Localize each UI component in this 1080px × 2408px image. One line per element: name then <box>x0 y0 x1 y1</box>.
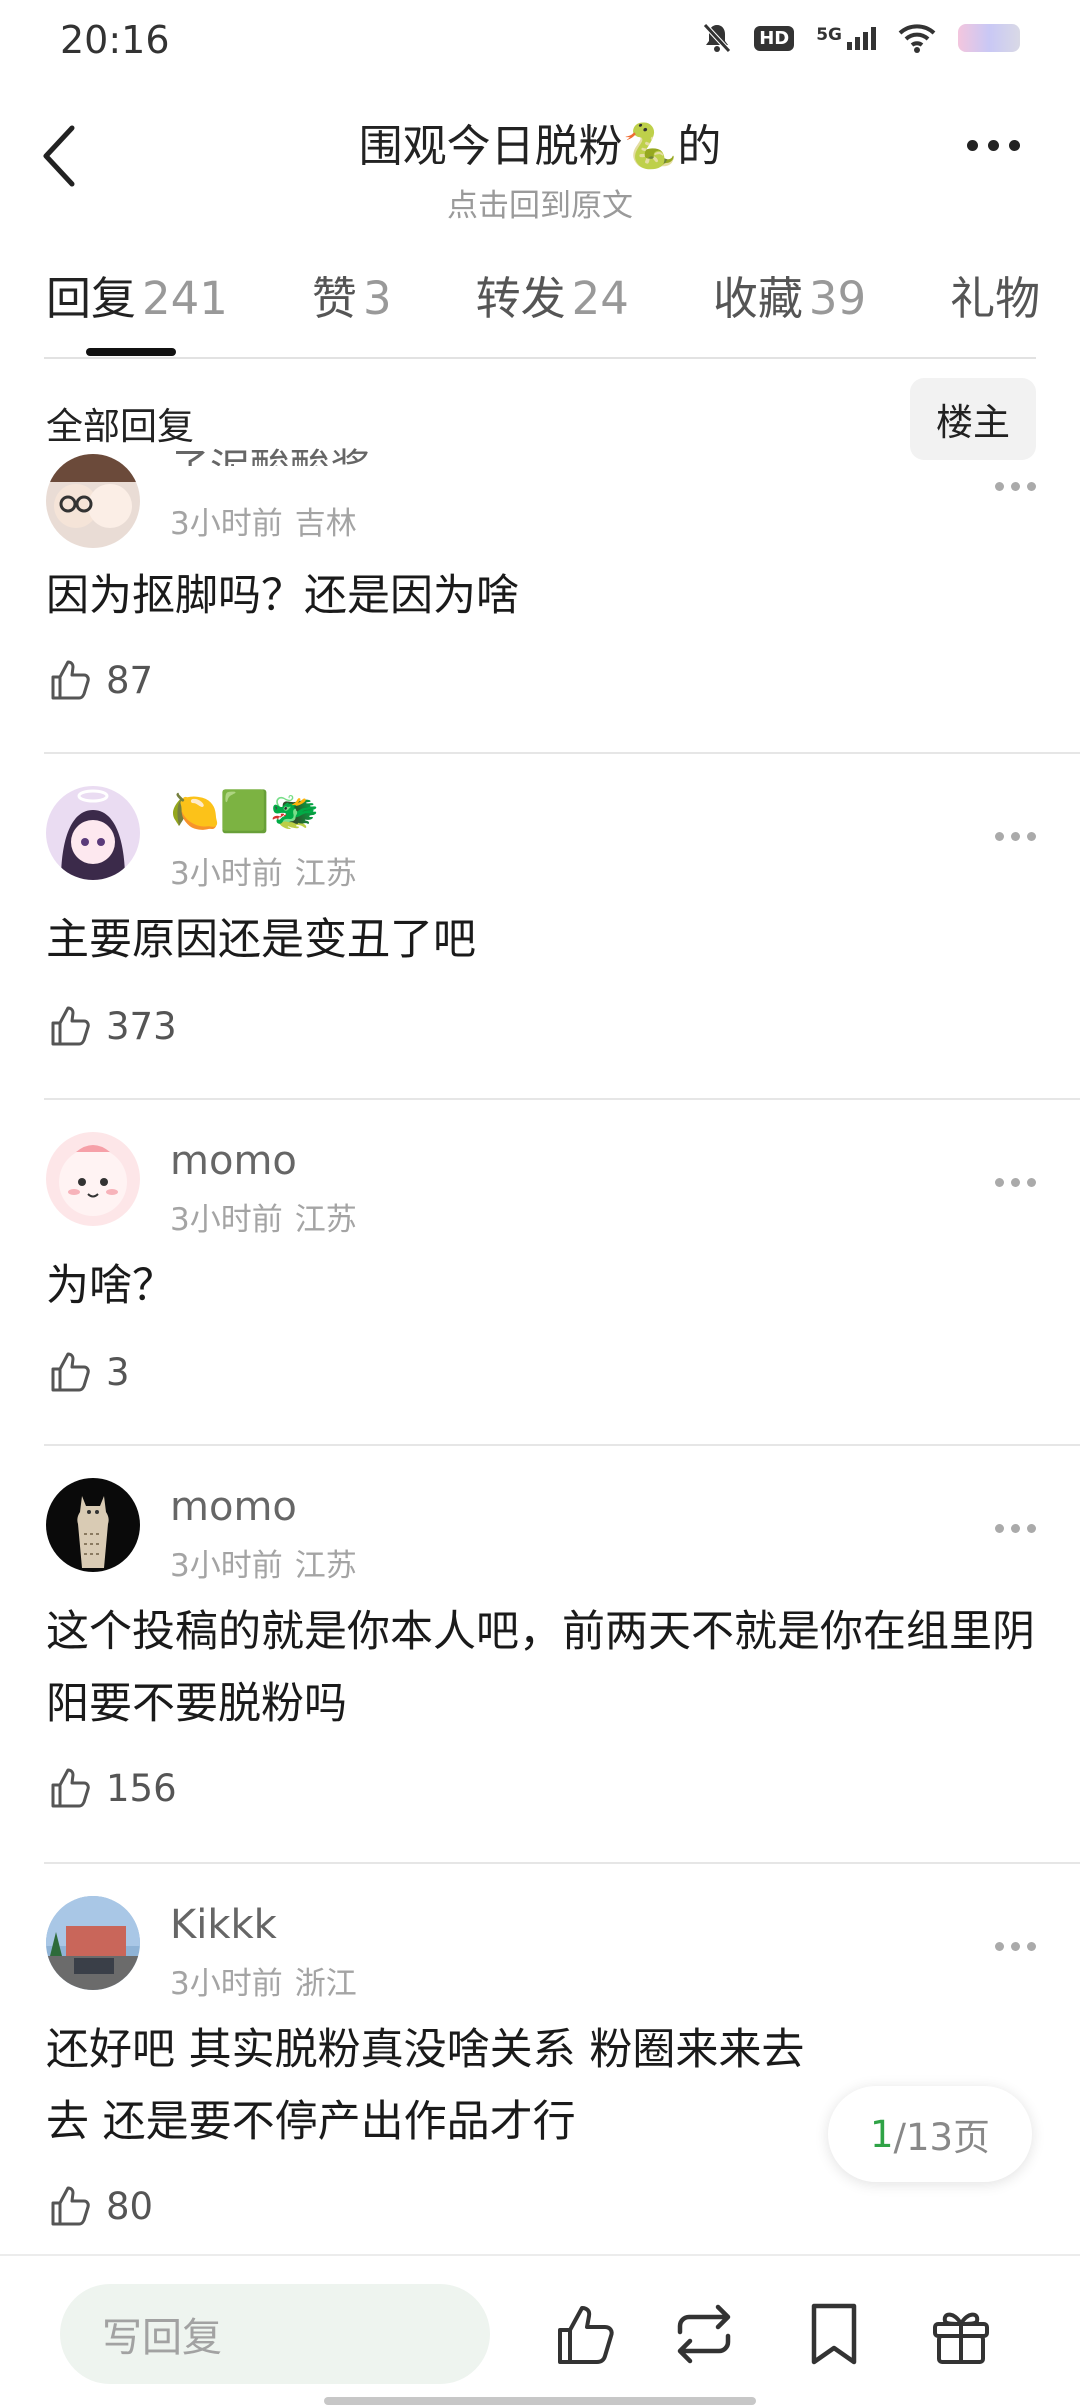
header-title-area[interactable]: 围观今日脱粉🐍的 点击回到原文 <box>0 110 1080 225</box>
like-button[interactable]: 373 <box>46 1002 177 1050</box>
page-indicator[interactable]: 1/13页 <box>828 2086 1032 2182</box>
comment-time: 3小时前 <box>170 506 283 542</box>
bookmark-icon[interactable] <box>798 2298 870 2370</box>
comment-text: 这个投稿的就是你本人吧，前两天不就是你在组里阴阳要不要脱粉吗 <box>46 1607 1035 1729</box>
thumb-up-icon[interactable] <box>550 2298 622 2370</box>
comment-region: 江苏 <box>294 856 357 892</box>
page-total: /13页 <box>893 2116 991 2159</box>
page-title: 围观今日脱粉🐍的 <box>358 121 722 172</box>
avatar[interactable] <box>46 786 140 880</box>
comment-more-icon[interactable] <box>995 832 1036 841</box>
gift-icon[interactable] <box>925 2298 997 2370</box>
comment-item: Kikkk 3小时前 浙江 还好吧 其实脱粉真没啥关系 粉圈来来去去 还是要不停产… <box>0 1880 1080 2260</box>
reply-input[interactable]: 写回复 <box>60 2284 490 2384</box>
comment-region: 吉林 <box>294 506 357 542</box>
like-button[interactable]: 156 <box>46 1764 177 1812</box>
comment-time: 3小时前 <box>170 1966 283 2002</box>
thumb-up-icon <box>51 1768 90 1808</box>
wifi-icon <box>898 24 936 53</box>
like-button[interactable]: 87 <box>46 656 153 704</box>
comment-meta: 3小时前 浙江 <box>170 1958 357 2003</box>
comment-meta: 3小时前 江苏 <box>170 1194 357 1239</box>
like-count: 87 <box>106 658 154 702</box>
repost-icon[interactable] <box>668 2298 740 2370</box>
comment-region: 浙江 <box>294 1966 357 2002</box>
home-indicator[interactable] <box>324 2397 756 2405</box>
thumb-up-icon <box>51 1352 90 1392</box>
comment-username[interactable]: Kikkk <box>170 1902 277 1948</box>
like-count: 156 <box>106 1766 177 1810</box>
like-count: 3 <box>106 1350 130 1394</box>
hd-badge: HD <box>754 25 795 51</box>
comment-time: 3小时前 <box>170 856 283 892</box>
tab-gifts[interactable]: 礼物 <box>950 262 1046 327</box>
comment-item: 子泥酸酸酱 3小时前吉林 因为抠脚吗？还是因为啥 87 <box>0 446 1080 754</box>
comment-region: 江苏 <box>294 1548 357 1584</box>
more-icon[interactable] <box>967 140 1020 151</box>
comment-item: momo 3小时前 江苏 为啥？ 3 <box>0 1116 1080 1446</box>
comment-meta: 3小时前 江苏 <box>170 848 357 893</box>
like-button[interactable]: 3 <box>46 1348 130 1396</box>
thumb-up-icon <box>51 1006 90 1046</box>
divider <box>44 357 1036 359</box>
status-icons: HD 5G <box>702 22 1020 54</box>
comment-username[interactable]: 子泥酸酸酱 <box>170 436 370 466</box>
battery-icon <box>958 24 1020 52</box>
avatar[interactable] <box>46 1896 140 1990</box>
comment-more-icon[interactable] <box>995 1942 1036 1951</box>
comment-time: 3小时前 <box>170 1202 283 1238</box>
tab-bar: 回复 241 赞3 转发 24 收藏 39 礼物 <box>46 262 1080 327</box>
comment-item: 🍋🟩🐲 3小时前 江苏 主要原因还是变丑了吧 373 <box>0 770 1080 1100</box>
comment-text: 为啥？ <box>46 1261 175 1311</box>
like-count: 80 <box>106 2184 154 2228</box>
tab-favorites[interactable]: 收藏 39 <box>713 262 866 327</box>
comment-username[interactable]: momo <box>170 1138 297 1184</box>
tab-replies[interactable]: 回复 241 <box>46 262 228 327</box>
avatar[interactable] <box>46 1478 140 1572</box>
comment-text: 因为抠脚吗？还是因为啥 <box>46 571 519 621</box>
comment-meta: 3小时前 吉林 <box>170 498 357 543</box>
comment-text: 还好吧 其实脱粉真没啥关系 粉圈来来去去 还是要不停产出作品才行 <box>46 2025 805 2147</box>
comment-username[interactable]: 🍋🟩🐲 <box>170 788 319 835</box>
comment-more-icon[interactable] <box>995 482 1036 491</box>
comment-item: momo 3小时前 江苏 这个投稿的就是你本人吧，前两天不就是你在组里阴阳要不要脱… <box>0 1462 1080 1862</box>
mute-bell-icon <box>703 23 732 53</box>
page-current: 1 <box>869 2112 894 2156</box>
op-only-button[interactable]: 楼主 <box>910 378 1036 460</box>
avatar[interactable] <box>46 1132 140 1226</box>
divider <box>44 1098 1080 1100</box>
thumb-up-icon <box>51 660 90 700</box>
comment-more-icon[interactable] <box>995 1178 1036 1187</box>
like-button[interactable]: 80 <box>46 2182 153 2230</box>
comment-more-icon[interactable] <box>995 1524 1036 1533</box>
back-to-post-link[interactable]: 点击回到原文 <box>0 180 1080 225</box>
signal-icon: 5G <box>816 24 876 50</box>
comment-region: 江苏 <box>294 1202 357 1238</box>
comment-meta: 3小时前 江苏 <box>170 1540 357 1585</box>
divider <box>0 2254 1080 2256</box>
comment-time: 3小时前 <box>170 1548 283 1584</box>
status-time: 20:16 <box>60 18 170 62</box>
divider <box>44 1862 1080 1864</box>
tab-reposts[interactable]: 转发 24 <box>476 262 629 327</box>
like-count: 373 <box>106 1004 177 1048</box>
tab-indicator <box>86 348 176 356</box>
tab-likes[interactable]: 赞3 <box>312 262 392 327</box>
comment-username[interactable]: momo <box>170 1484 297 1530</box>
network-label: 5G <box>816 24 842 45</box>
divider <box>44 1444 1080 1446</box>
thumb-up-icon <box>51 2186 90 2226</box>
avatar[interactable] <box>46 454 140 548</box>
comment-text: 主要原因还是变丑了吧 <box>46 915 476 965</box>
divider <box>44 752 1080 754</box>
